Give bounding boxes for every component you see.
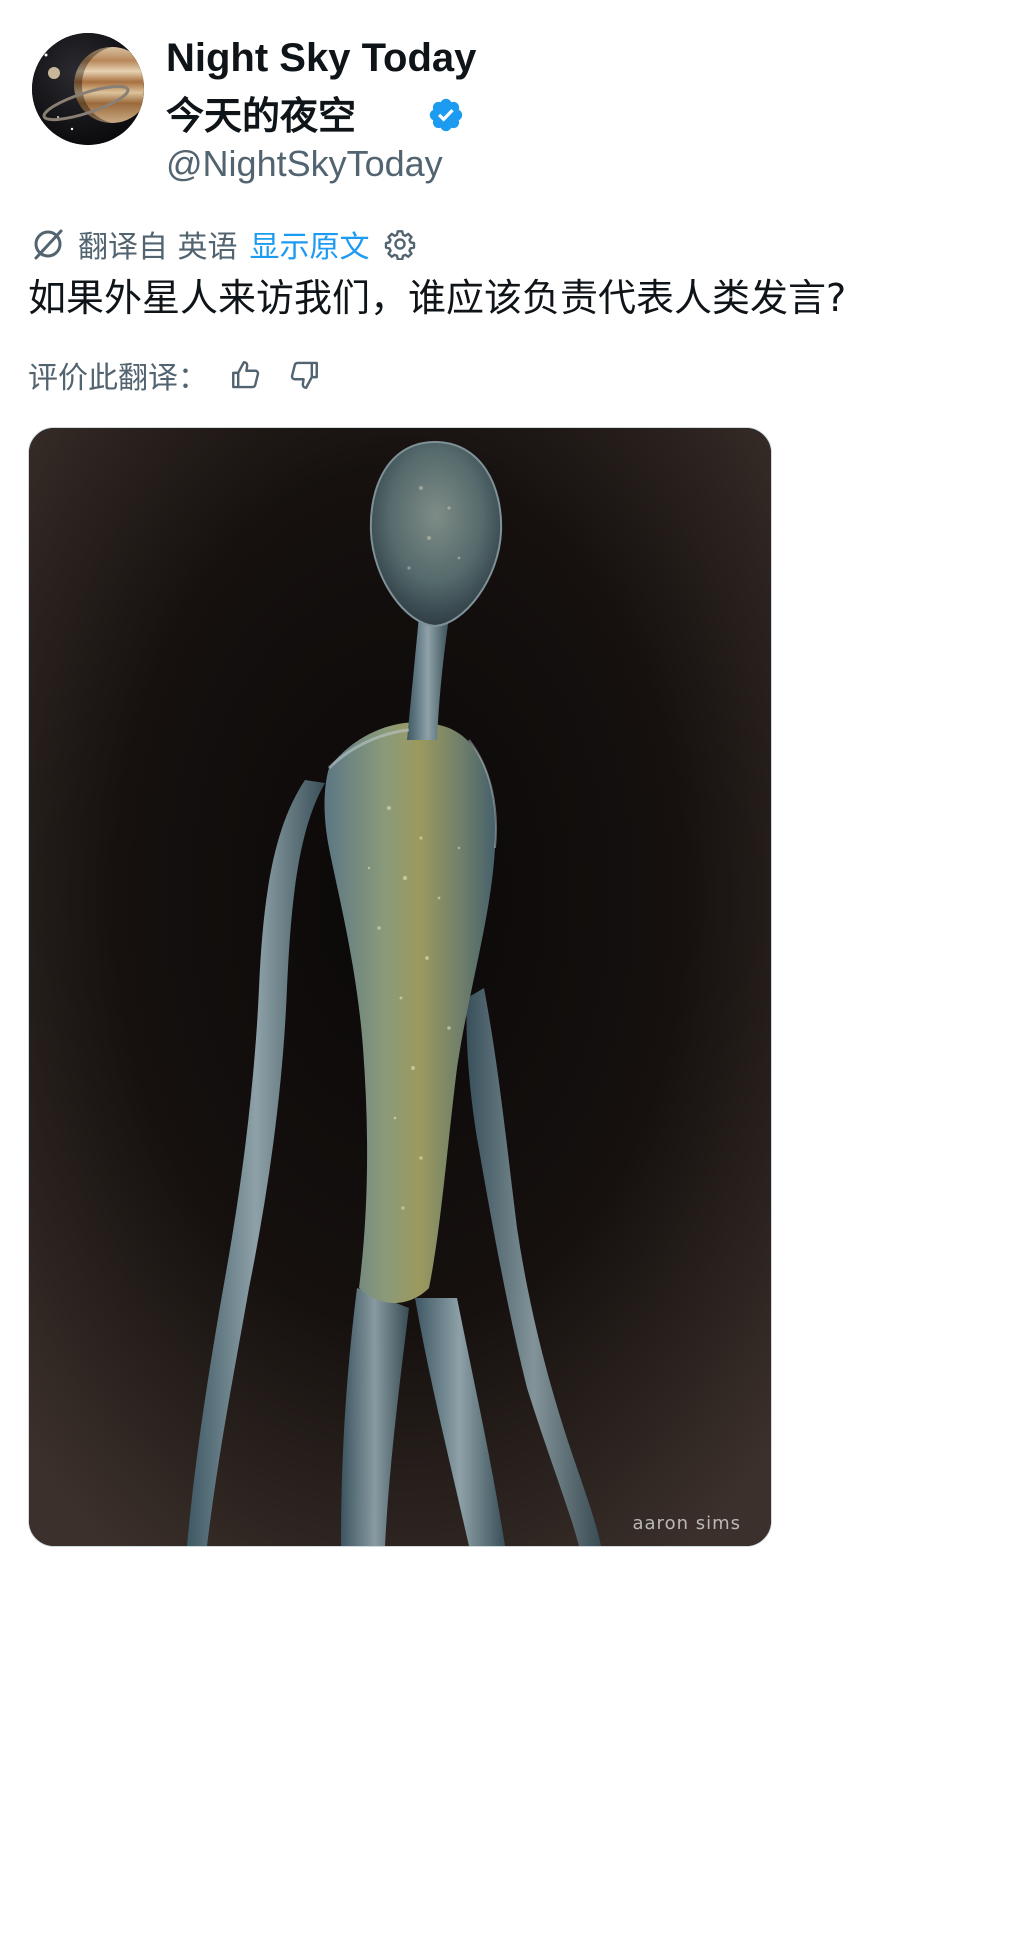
gear-icon[interactable] [382,226,418,262]
artist-signature: aaron sims [632,1513,741,1534]
author-display-name[interactable]: Night Sky Today [166,30,476,86]
tweet-header: Night Sky Today 今天的夜空 @NightSkyToday [32,30,992,230]
rate-translation-bar: 评价此翻译： [28,352,324,398]
author-handle[interactable]: @NightSkyToday [166,142,443,186]
thumbs-down-icon[interactable] [284,355,324,395]
tweet-media-image[interactable]: aaron sims [28,427,772,1547]
avatar[interactable] [32,33,144,145]
thumbs-up-icon[interactable] [226,355,266,395]
translate-globe-icon [30,226,66,262]
alien-figure-artwork [29,428,771,1546]
rate-translation-label: 评价此翻译： [28,361,208,396]
saturn-planet-avatar [32,33,144,145]
translation-bar: 翻译自 英语 显示原文 [30,222,418,266]
verified-badge-icon[interactable] [427,96,465,134]
show-original-link[interactable]: 显示原文 [250,222,370,266]
translated-from-label: 翻译自 英语 [78,230,238,265]
tweet-text: 如果外星人来访我们，谁应该负责代表人类发言? [28,276,847,320]
